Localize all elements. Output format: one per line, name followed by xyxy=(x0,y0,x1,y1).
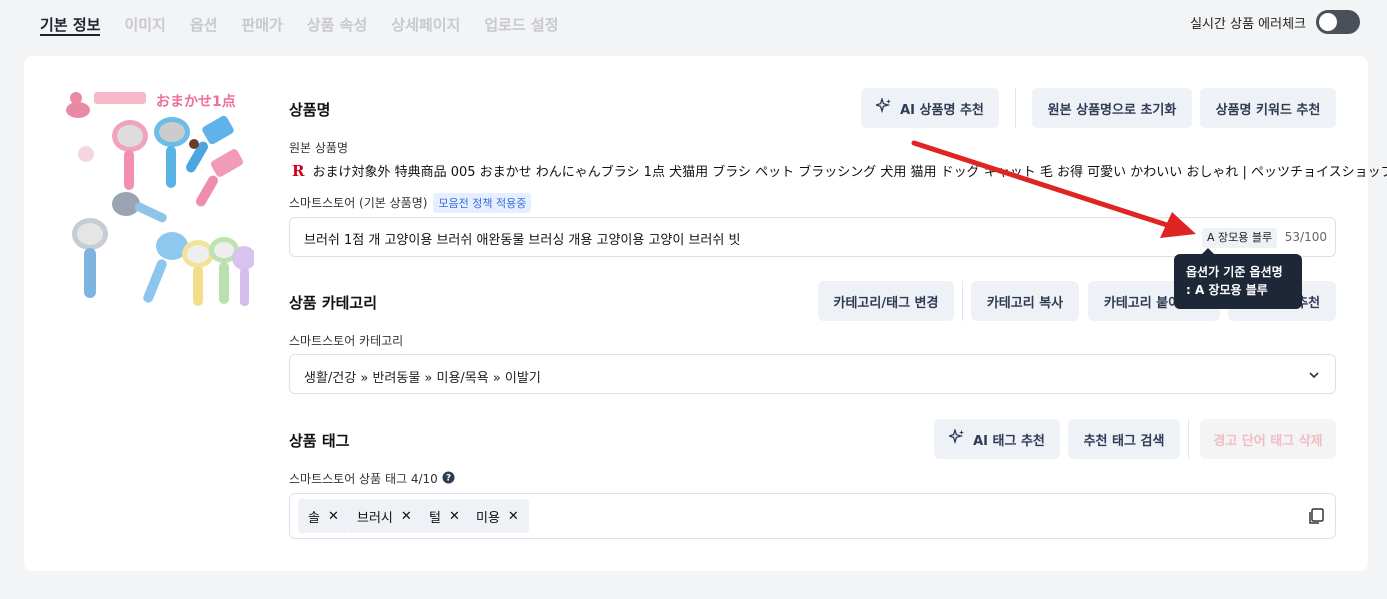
tooltip-line1: 옵션가 기준 옵션명 xyxy=(1186,265,1283,279)
tooltip-line2: : A 장모용 블루 xyxy=(1186,283,1268,297)
option-name-tooltip: 옵션가 기준 옵션명 : A 장모용 블루 xyxy=(1174,248,1302,309)
